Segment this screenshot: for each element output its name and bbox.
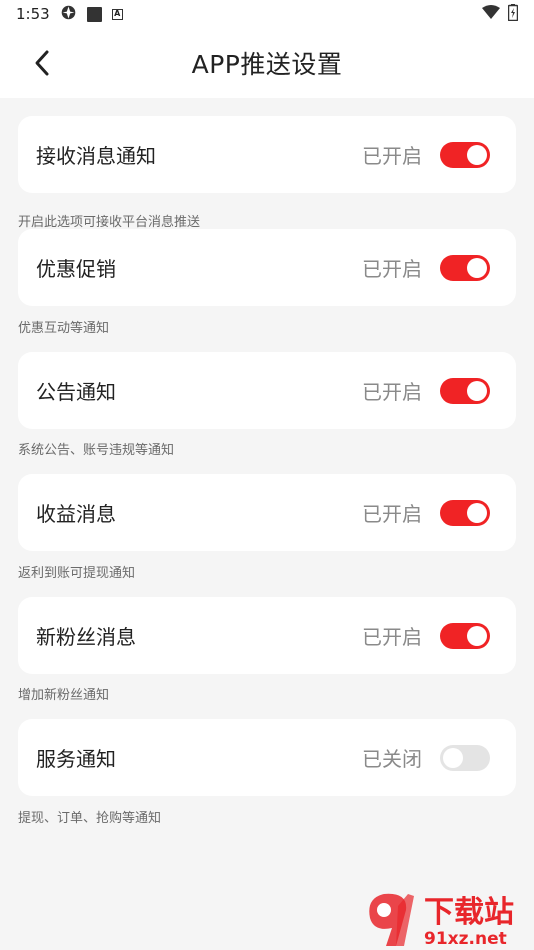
setting-card-earnings: 收益消息 已开启 [18, 474, 516, 551]
setting-label: 服务通知 [36, 747, 116, 771]
setting-description: 返利到账可提现通知 [18, 566, 136, 581]
settings-app-icon [60, 4, 77, 25]
setting-status: 已开启 [362, 625, 422, 649]
setting-description: 系统公告、账号违规等通知 [18, 443, 175, 458]
watermark-logo: 下载站 91xz.net [362, 888, 532, 950]
a-badge-icon: A [111, 8, 123, 20]
status-bar: 1:53 A [0, 0, 534, 28]
setting-label: 收益消息 [36, 502, 116, 526]
svg-text:91xz.net: 91xz.net [424, 929, 507, 949]
setting-label: 优惠促销 [36, 257, 116, 281]
page-title: APP推送设置 [191, 50, 343, 79]
toggle-knob [467, 625, 487, 646]
receive-messages-toggle[interactable] [440, 141, 490, 168]
toggle-knob [467, 380, 487, 401]
back-button[interactable] [24, 45, 60, 81]
announcements-toggle[interactable] [440, 377, 490, 404]
toggle-knob [467, 257, 487, 278]
earnings-toggle[interactable] [440, 499, 490, 526]
service-toggle[interactable] [440, 744, 490, 771]
setting-status: 已开启 [362, 502, 422, 526]
setting-card-announcements: 公告通知 已开启 [18, 352, 516, 429]
setting-label: 新粉丝消息 [36, 625, 136, 649]
promotions-toggle[interactable] [440, 254, 490, 281]
new-followers-toggle[interactable] [440, 622, 490, 649]
setting-card-service: 服务通知 已关闭 [18, 719, 516, 796]
wifi-icon [482, 5, 500, 23]
setting-card-promotions: 优惠促销 已开启 [18, 229, 516, 306]
app-header: APP推送设置 [0, 28, 534, 98]
setting-description: 增加新粉丝通知 [18, 688, 110, 703]
setting-description: 提现、订单、抢购等通知 [18, 811, 162, 826]
setting-status: 已关闭 [362, 747, 422, 771]
square-icon [86, 6, 102, 22]
chevron-left-icon [35, 50, 49, 76]
toggle-knob [467, 502, 487, 523]
setting-description: 优惠互动等通知 [18, 321, 110, 336]
toggle-knob [467, 144, 487, 165]
setting-status: 已开启 [362, 144, 422, 168]
setting-label: 公告通知 [36, 380, 116, 404]
setting-description: 开启此选项可接收平台消息推送 [18, 215, 201, 230]
svg-text:下载站: 下载站 [424, 895, 514, 930]
status-time: 1:53 [16, 5, 50, 23]
battery-icon [507, 3, 519, 25]
setting-label: 接收消息通知 [36, 144, 156, 168]
setting-card-receive-messages: 接收消息通知 已开启 [18, 116, 516, 193]
setting-status: 已开启 [362, 257, 422, 281]
setting-card-new-followers: 新粉丝消息 已开启 [18, 597, 516, 674]
setting-status: 已开启 [362, 380, 422, 404]
toggle-knob [443, 747, 463, 768]
